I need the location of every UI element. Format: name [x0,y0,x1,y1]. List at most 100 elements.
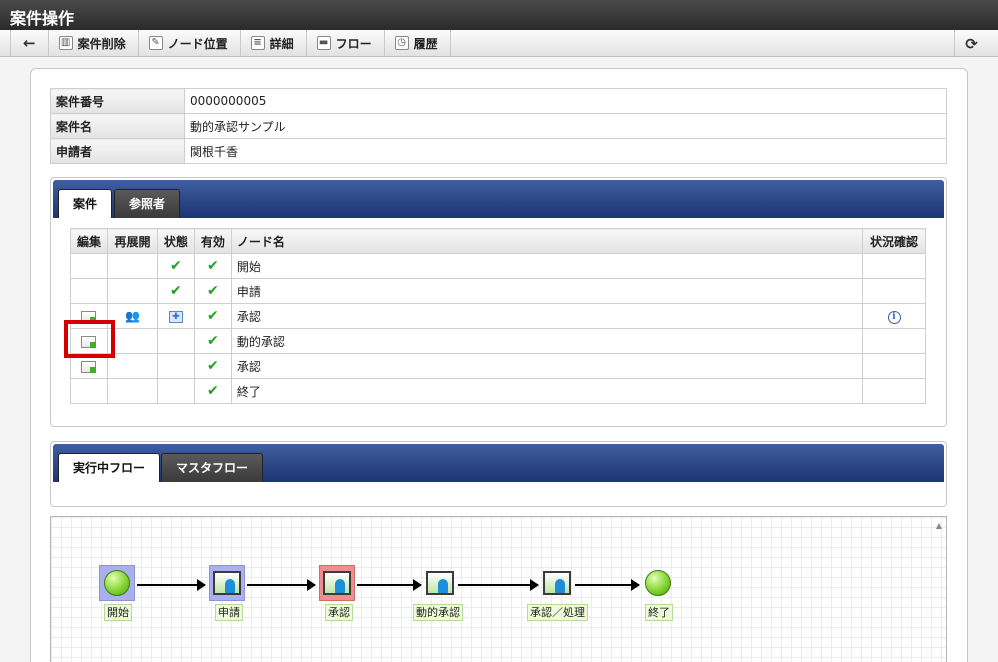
edit-cell [70,378,108,404]
flow-node-start[interactable] [99,565,135,601]
reopen-cell [106,253,158,279]
user-task-icon [213,571,241,595]
tab-master-flow[interactable]: マスタフロー [161,453,264,482]
flow-arrow [575,579,640,591]
flow-label-apply: 申請 [215,604,243,621]
applicant-row: 申請者 関根千香 [50,138,947,164]
node-name: 動的承認 [230,328,864,354]
applicant-label: 申請者 [50,138,185,164]
case-info-table: 案件番号 0000000005 案件名 動的承認サンプル 申請者 関根千香 [50,88,947,164]
edit-cell [70,278,108,304]
header-reopen: 再展開 [106,228,158,254]
check-icon: ✔ [207,258,219,274]
flow-arrow [137,579,206,591]
scroll-up-icon[interactable]: ▲ [936,521,942,530]
refresh-icon: ⟳ [965,34,978,53]
flow-node-approve[interactable] [319,565,355,601]
detail-icon: ≡ [250,36,265,50]
toolbar: ← ▥ 案件削除 ✎ ノード位置 ≡ 詳細 ▬ フロー ◷ 履歴 ⟳ [0,30,998,57]
flow-node-approve-process[interactable] [539,565,575,601]
table-row: ✔ 終了 [70,378,926,404]
check-icon: ✔ [207,308,219,324]
status-cell [862,278,926,304]
tab-case[interactable]: 案件 [58,189,113,218]
highlight-box [64,320,115,358]
case-name-value: 動的承認サンプル [184,113,947,139]
history-icon: ◷ [394,36,409,50]
delete-case-label: 案件削除 [77,36,126,51]
check-icon: ✔ [207,333,219,349]
valid-cell: ✔ [193,278,232,304]
header-state: 状態 [156,228,195,254]
table-row: ✔ ✔ 開始 [70,253,926,279]
case-tab-bar: 案件 参照者 [53,180,944,218]
node-table: 編集 再展開 状態 有効 ノード名 状況確認 ✔ ✔ 開始 ✔ ✔ 申請 👥 ✚… [70,228,926,404]
flow-label-start: 開始 [104,604,132,621]
reopen-users-icon[interactable]: 👥 [125,309,140,323]
flow-node-apply[interactable] [209,565,245,601]
status-cell [862,253,926,279]
detail-label: 詳細 [269,36,294,51]
detail-button[interactable]: ≡ 詳細 [241,30,307,56]
status-cell: i [862,303,926,329]
refresh-button[interactable]: ⟳ [954,30,988,57]
processing-state-icon[interactable]: ✚ [168,310,183,323]
node-position-button[interactable]: ✎ ノード位置 [139,30,241,56]
tab-running-flow[interactable]: 実行中フロー [58,453,161,482]
window-title: 案件操作 [0,0,998,30]
node-position-label: ノード位置 [167,36,228,51]
node-name: 申請 [230,278,864,304]
back-arrow-icon: ← [23,34,36,52]
flow-label: フロー [335,36,372,51]
flow-button[interactable]: ▬ フロー [307,30,385,56]
valid-cell: ✔ [193,378,232,404]
flow-icon: ▬ [316,36,331,50]
header-status-check: 状況確認 [862,228,926,254]
case-name-row: 案件名 動的承認サンプル [50,113,947,139]
back-button[interactable]: ← [10,30,49,56]
edit-icon[interactable] [81,360,97,373]
table-row: ✔ ✔ 申請 [70,278,926,304]
start-circle-icon [104,570,130,596]
header-edit: 編集 [70,228,108,254]
flow-label-dynamic-approve: 動的承認 [413,604,463,621]
check-icon: ✔ [207,358,219,374]
user-task-icon [323,571,351,595]
history-button[interactable]: ◷ 履歴 [385,30,451,56]
status-cell [862,328,926,354]
check-icon: ✔ [207,283,219,299]
history-label: 履歴 [413,36,438,51]
flow-node-end[interactable] [640,565,676,601]
user-task-icon [426,571,454,595]
flow-node-dynamic-approve[interactable] [422,565,458,601]
user-task-icon [543,571,571,595]
state-cell [156,328,195,354]
flow-arrow [247,579,316,591]
info-icon[interactable]: i [887,311,901,324]
applicant-value: 関根千香 [184,138,947,164]
node-name: 承認 [230,353,864,379]
case-name-label: 案件名 [50,113,185,139]
node-name: 開始 [230,253,864,279]
valid-cell: ✔ [193,303,232,329]
status-cell [862,378,926,404]
flow-label-end: 終了 [645,604,673,621]
state-cell: ✚ [156,303,195,329]
delete-case-button[interactable]: ▥ 案件削除 [49,30,139,56]
node-table-header: 編集 再展開 状態 有効 ノード名 状況確認 [70,228,926,254]
flow-arrow [458,579,539,591]
header-node-name: ノード名 [230,228,864,254]
table-row: ✔ 動的承認 [70,328,926,354]
check-icon: ✔ [207,383,219,399]
case-number-value: 0000000005 [184,88,947,114]
state-cell: ✔ [156,278,195,304]
node-name: 終了 [230,378,864,404]
edit-cell [70,253,108,279]
status-cell [862,353,926,379]
check-icon: ✔ [170,283,182,299]
state-cell [156,378,195,404]
tab-viewers[interactable]: 参照者 [114,189,181,218]
flow-label-approve: 承認 [325,604,353,621]
state-cell: ✔ [156,253,195,279]
table-row: ✔ 承認 [70,353,926,379]
